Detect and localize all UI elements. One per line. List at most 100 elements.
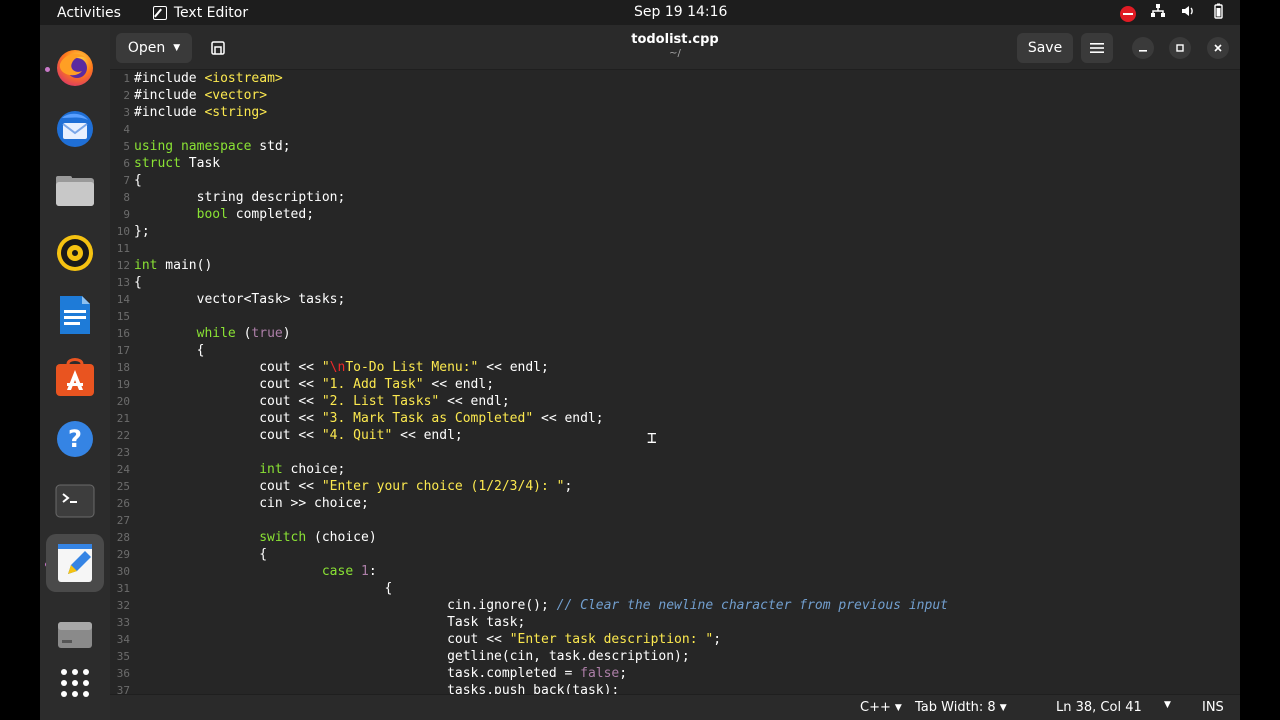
code-line: 34 cout << "Enter task description: "; [116,632,722,647]
code-line: 26 cin >> choice; [116,496,369,511]
code-line: 5 using namespace std; [123,139,291,154]
code-line: 3 #include <string> [123,105,268,120]
code-line: 36 task.completed = false; [116,666,628,681]
top-bar: Activities Text Editor Sep 19 14:16 [40,0,1240,25]
activities-button[interactable]: Activities [57,5,121,21]
dock-writer[interactable] [53,293,97,337]
minimize-button[interactable] [1132,37,1154,59]
chevron-down-icon: ▼ [1164,700,1171,710]
text-editor-icon [58,544,92,582]
main-menu-button[interactable] [1081,33,1113,63]
code-line: 29 { [116,547,268,562]
help-icon: ? [57,421,93,457]
dock-disk[interactable] [53,613,97,657]
terminal-icon [55,484,95,518]
folder-icon [56,176,94,206]
code-line: 33 Task task; [116,615,526,630]
code-line: 1 #include <iostream> [123,71,283,86]
code-line: 21 cout << "3. Mark Task as Completed" <… [116,411,604,426]
code-editor[interactable]: 1 #include <iostream> 2 #include <vector> … [110,70,1240,694]
volume-icon[interactable] [1180,3,1196,24]
language-selector[interactable]: C++ ▼ [860,700,902,715]
dock-rhythmbox[interactable] [53,231,97,275]
code-line: 30 case 1: [116,564,377,579]
app-menu[interactable]: Text Editor [152,4,249,21]
code-line: 11 [116,242,130,255]
app-name: Text Editor [173,4,249,21]
chevron-down-icon: ▼ [894,702,902,713]
cursor-position-label: Ln 38, Col 41 [1056,700,1142,715]
status-bar: C++ ▼ Tab Width: 8 ▼ Ln 38, Col 41 ▼ INS [110,694,1240,720]
text-editor-icon [152,5,167,20]
code-line: 16 while (true) [116,326,291,341]
code-line: 7{ [123,173,142,188]
code-line: 9 bool completed; [123,207,315,222]
code-line: 22 cout << "4. Quit" << endl; [116,428,463,443]
cursor-position[interactable]: Ln 38, Col 41 [1056,700,1142,715]
document-icon [60,296,90,334]
code-line: 18 cout << "\nTo-Do List Menu:" << endl; [116,360,549,375]
tab-width-label: Tab Width: 8 [915,700,996,715]
code-line: 35 getline(cin, task.description); [116,649,690,664]
position-menu-button[interactable]: ▼ [1164,700,1171,710]
network-icon[interactable] [1150,3,1166,24]
letterbox-left [0,0,40,720]
ibeam-cursor-icon: ⌶ [647,428,657,447]
code-line: 37 tasks.push_back(task); [116,683,620,694]
code-line: 25 cout << "Enter your choice (1/2/3/4):… [116,479,573,494]
code-line: 31 { [116,581,393,596]
app-store-icon [56,358,94,396]
minimize-icon [1139,50,1147,52]
dock-firefox[interactable] [53,45,97,89]
close-icon [1214,44,1222,52]
grid-icon [61,669,89,697]
dock-text-editor[interactable] [46,534,104,592]
code-line: 19 cout << "1. Add Task" << endl; [116,377,495,392]
close-button[interactable] [1207,37,1229,59]
code-line: 23 [116,446,130,459]
code-line: 17 { [116,343,205,358]
music-player-icon [57,235,93,271]
code-line: 32 cin.ignore(); // Clear the newline ch… [116,598,948,613]
code-line: 14 vector<Task> tasks; [116,292,346,307]
dock-app-center[interactable] [53,355,97,399]
code-line: 15 [116,310,130,323]
insert-mode-label: INS [1202,700,1224,715]
restore-icon [1176,44,1184,52]
code-line: 8 string description; [123,190,346,205]
clock[interactable]: Sep 19 14:16 [634,4,727,20]
dnd-icon[interactable] [1120,5,1136,22]
firefox-icon [57,50,93,86]
insert-mode[interactable]: INS [1202,700,1224,715]
running-indicator [45,67,50,72]
code-line: 28 switch (choice) [116,530,377,545]
language-label: C++ [860,700,891,715]
svg-text:?: ? [68,425,82,453]
disk-icon [58,622,92,648]
system-tray[interactable] [1120,3,1226,24]
hamburger-icon [1090,43,1104,53]
show-apps-button[interactable] [53,661,97,705]
code-line: 27 [116,514,130,527]
battery-icon[interactable] [1210,3,1226,24]
code-line: 6 struct Task [123,156,221,171]
dock-files[interactable] [53,169,97,213]
dock-thunderbird[interactable] [53,107,97,151]
code-line: 4 [123,123,130,136]
code-line: 24 int choice; [116,462,346,477]
code-line: 2 #include <vector> [123,88,268,103]
maximize-button[interactable] [1169,37,1191,59]
code-line: 20 cout << "2. List Tasks" << endl; [116,394,510,409]
code-line: 10}; [116,224,150,239]
code-line: 13{ [116,275,142,290]
thunderbird-icon [57,111,93,147]
window-header: Open ▼ todolist.cpp ~/ Save [110,25,1240,70]
dock-terminal[interactable] [53,479,97,523]
letterbox-right [1240,0,1280,720]
dock-help[interactable]: ? [53,417,97,461]
chevron-down-icon: ▼ [999,702,1007,713]
code-line: 12 int main() [116,258,213,273]
dock: ? [40,25,110,720]
save-button[interactable]: Save [1017,33,1073,63]
tab-width-selector[interactable]: Tab Width: 8 ▼ [915,700,1007,715]
